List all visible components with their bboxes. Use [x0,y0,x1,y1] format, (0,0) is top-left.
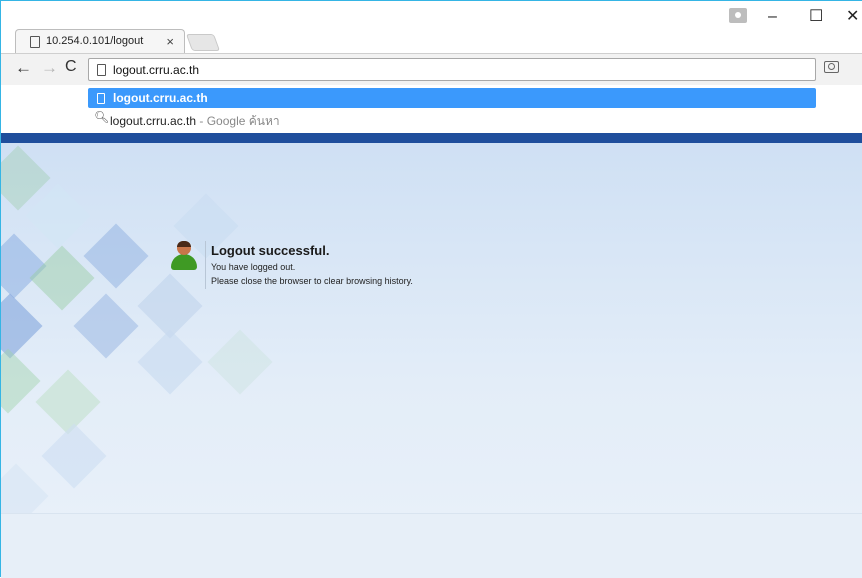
suggestion-text: logout.crru.ac.th [110,114,197,128]
profile-icon[interactable] [729,8,747,23]
page-icon [30,36,40,48]
back-button[interactable]: ← [15,58,32,78]
decor-diamond [73,293,139,359]
browser-window: 10.254.0.101/logout × – ☐ ✕ ← → C logout… [0,0,862,578]
address-input[interactable]: logout.crru.ac.th [113,63,199,77]
header-banner [1,133,862,143]
user-avatar-icon [169,241,199,273]
forward-button[interactable]: → [41,58,58,78]
decor-diamond [35,369,101,435]
tab-strip: 10.254.0.101/logout × – ☐ ✕ [1,1,862,53]
decor-diamond [137,329,203,395]
decor-diamond [1,348,41,414]
menu-icon[interactable]: ⋮ [856,59,862,77]
logout-instruction-line: Please close the browser to clear browsi… [211,276,413,286]
reload-button[interactable]: C [65,58,77,76]
camera-icon[interactable] [824,61,839,73]
tab-title: 10.254.0.101/logout [46,35,144,47]
maximize-button[interactable]: ☐ [809,6,823,26]
minimize-button[interactable]: – [768,8,777,26]
omnibox-suggestions: logout.crru.ac.th 🔍︎ logout.crru.ac.th -… [1,85,862,131]
tab-logout[interactable]: 10.254.0.101/logout × [15,29,185,53]
suggestion-suffix: - Google ค้นหา [196,114,280,128]
new-tab-button[interactable] [185,34,221,51]
close-window-button[interactable]: ✕ [846,6,859,26]
suggestion-text: logout.crru.ac.th [113,91,208,105]
suggestion-search[interactable]: 🔍︎ logout.crru.ac.th - Google ค้นหา [88,109,816,129]
tab-close-icon[interactable]: × [166,34,174,49]
decor-diamond [41,423,107,489]
logout-heading: Logout successful. [211,243,330,258]
footer-band [1,513,862,578]
suggestion-url[interactable]: logout.crru.ac.th [88,88,816,108]
page-icon [97,64,106,76]
decor-diamond [207,329,273,395]
search-icon: 🔍︎ [94,110,110,124]
divider [205,241,206,289]
page-icon [97,93,105,104]
toolbar: ← → C logout.crru.ac.th [1,53,862,85]
address-bar[interactable]: logout.crru.ac.th [88,58,816,81]
logout-message-line: You have logged out. [211,262,296,272]
page-content: Logout successful. You have logged out. … [1,143,862,578]
